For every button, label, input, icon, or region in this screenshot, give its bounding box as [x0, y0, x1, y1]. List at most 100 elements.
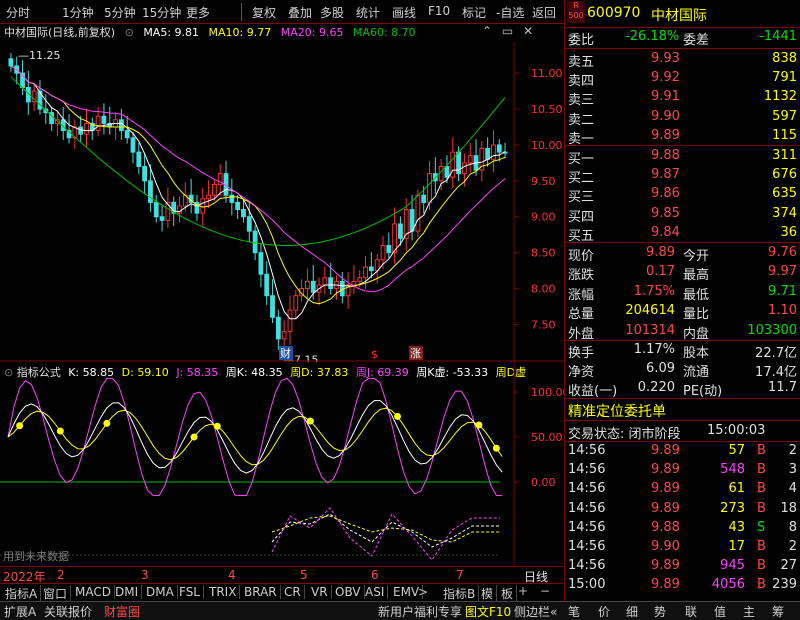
ask-row: 卖二 9.90 597: [565, 109, 800, 128]
ma60-line: [10, 76, 506, 247]
indicator-tab-14[interactable]: 模: [478, 585, 498, 602]
kdj-indicator-chart[interactable]: 100.00 50.00 0.00 用到未来数据: [0, 362, 564, 566]
stat-value: 204614: [625, 303, 675, 319]
indicator-tab-9[interactable]: VR: [308, 585, 332, 599]
indicator-tab-3[interactable]: DMI: [112, 585, 143, 599]
stat-row: 总量 204614 量比 1.10: [565, 303, 800, 322]
candlestick-chart[interactable]: 11.00 10.50 10.00 9.50 9.00 8.50 8.00 7.50 —11.2…: [0, 42, 564, 362]
toolbar-item-7[interactable]: 多股: [320, 4, 344, 21]
status-right-item-8[interactable]: 值: [714, 603, 726, 620]
indicator-tab-5[interactable]: FSL: [176, 585, 204, 599]
tick-time: 15:00: [568, 577, 606, 593]
ask-price[interactable]: 9.89: [651, 128, 680, 143]
candle-body: [368, 266, 374, 272]
ask-price[interactable]: 9.91: [651, 89, 680, 104]
ma20-value: MA20: 9.65: [280, 26, 344, 39]
stat-label: 涨跌: [568, 268, 595, 284]
indicator-tab-0[interactable]: 指标A: [2, 585, 42, 602]
add-tab-icon[interactable]: +: [518, 584, 528, 598]
stock-chart-title: 中材国际(日线,前复权): [4, 26, 116, 39]
ask-price[interactable]: 9.92: [651, 70, 680, 85]
status-item-0[interactable]: 扩展A: [4, 603, 36, 620]
toolbar-item-13[interactable]: 返回: [532, 4, 556, 21]
tabs-scroll-right-icon[interactable]: >: [418, 585, 428, 599]
stat-row: 涨幅 1.75% 最低 9.71: [565, 284, 800, 303]
indicator-tab-15[interactable]: 板: [498, 585, 518, 602]
toolbar-item-12[interactable]: -自选: [496, 4, 524, 21]
status-right-item-9[interactable]: 主: [743, 603, 755, 620]
indicator-tab-8[interactable]: CR: [281, 585, 305, 599]
status-right-item-5[interactable]: 细: [626, 603, 638, 620]
order-title[interactable]: 精准定位委托单: [568, 401, 666, 421]
indicator-tab-11[interactable]: ASI: [362, 585, 389, 599]
chart-window-controls: ⌃ ▭ ✕: [482, 24, 533, 38]
fundamental-row: 净资 6.09 流通 17.4亿: [565, 361, 800, 380]
toolbar-item-1[interactable]: 1分钟: [62, 4, 94, 21]
status-right-item-4[interactable]: 价: [598, 603, 610, 620]
status-right-item-10[interactable]: 筹: [772, 603, 784, 620]
tick-volume: 548: [720, 462, 745, 478]
price-axis-label: 10.50: [531, 103, 563, 116]
candle-body: [252, 230, 258, 254]
status-item-1[interactable]: 关联报价: [44, 603, 92, 620]
tick-row: 14:56 9.89 57 B 2: [565, 443, 800, 461]
candle-body: [124, 130, 130, 139]
tick-count: 8: [788, 519, 797, 535]
bid-label: 买一: [568, 152, 595, 167]
status-right-item-6[interactable]: 势: [654, 603, 666, 620]
toolbar-item-10[interactable]: F10: [428, 4, 450, 18]
settings-icon[interactable]: ⊙: [125, 26, 134, 39]
bid-row: 买四 9.85 374: [565, 206, 800, 225]
bid-price[interactable]: 9.86: [651, 186, 680, 201]
toolbar-item-9[interactable]: 画线: [392, 4, 416, 21]
status-right-item-0[interactable]: 新用户福利专享: [378, 603, 462, 620]
weibi-value: -26.18%: [625, 29, 680, 44]
status-right-item-7[interactable]: 联: [685, 603, 697, 620]
fundamental-value: 1.17%: [633, 342, 675, 357]
status-right-item-2[interactable]: 侧边栏«: [514, 603, 557, 620]
restore-icon[interactable]: ▭: [502, 24, 513, 38]
tick-count: 2: [788, 539, 797, 554]
bid-price[interactable]: 9.84: [651, 225, 680, 240]
bid-price[interactable]: 9.87: [651, 167, 680, 182]
toolbar-item-2[interactable]: 5分钟: [104, 4, 136, 21]
candle-body: [241, 209, 246, 218]
remove-tab-icon[interactable]: −: [540, 584, 550, 598]
toolbar-item-5[interactable]: 复权: [252, 4, 276, 21]
bid-price[interactable]: 9.85: [651, 206, 680, 221]
status-right-item-1[interactable]: 图文F10: [465, 603, 511, 620]
close-icon[interactable]: ✕: [523, 24, 533, 38]
candle-body: [206, 194, 211, 200]
toolbar-item-4[interactable]: 更多: [186, 4, 210, 21]
candle-body: [235, 201, 241, 211]
indicator-tab-4[interactable]: DMA: [143, 585, 178, 599]
status-right-item-3[interactable]: 笔: [568, 603, 580, 620]
indicator-tab-10[interactable]: OBV: [332, 585, 365, 599]
ask-price[interactable]: 9.93: [651, 51, 680, 66]
chevron-up-icon[interactable]: ⌃: [482, 24, 492, 38]
toolbar-item-8[interactable]: 统计: [356, 4, 380, 21]
kdj-signal-dot: [190, 433, 198, 441]
toolbar-item-3[interactable]: 15分钟: [142, 4, 181, 21]
kdj-j-line: [7, 377, 503, 496]
dividend-marker[interactable]: $: [371, 348, 378, 361]
indicator-tab-13[interactable]: 指标B: [440, 585, 480, 602]
status-item-2[interactable]: 财富圈: [104, 603, 140, 620]
ask-price[interactable]: 9.90: [651, 109, 680, 124]
indicator-tab-6[interactable]: TRIX: [206, 585, 241, 599]
candle-body: [287, 309, 293, 333]
tick-row: 14:56 9.89 548 B 3: [565, 462, 800, 480]
tick-count: 239: [772, 577, 797, 593]
indicator-tab-2[interactable]: MACD: [72, 585, 115, 599]
indicator-tab-7[interactable]: BRAR: [241, 585, 281, 599]
ask-row: 卖五 9.93 838: [565, 51, 800, 70]
indicator-tab-1[interactable]: 窗口: [40, 585, 72, 602]
bid-price[interactable]: 9.88: [651, 148, 680, 163]
toolbar-item-6[interactable]: 叠加: [288, 4, 312, 21]
toolbar-item-11[interactable]: 标记: [462, 4, 486, 21]
toolbar-item-0[interactable]: 分时: [6, 4, 30, 21]
date-axis-month: 5: [300, 568, 308, 582]
stat-label: 最低: [683, 287, 710, 303]
date-axis-month: 4: [228, 568, 236, 582]
trade-state-time: 15:00:03: [707, 423, 766, 438]
